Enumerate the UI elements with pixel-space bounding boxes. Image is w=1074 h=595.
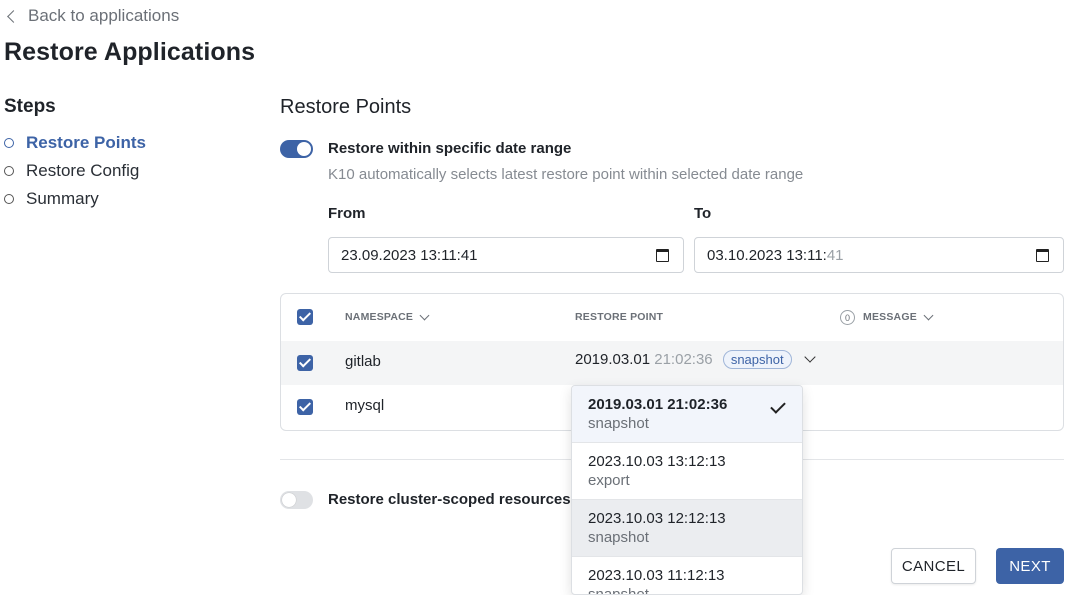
date-range-toggle-label: Restore within specific date range — [328, 140, 572, 157]
chevron-left-icon — [7, 9, 20, 23]
option-type: snapshot — [588, 529, 649, 546]
row-checkbox[interactable] — [297, 355, 313, 371]
restore-point-dropdown: 2019.03.01 21:02:36 snapshot 2023.10.03 … — [571, 385, 803, 595]
table-row[interactable]: gitlab 2019.03.01 21:02:36 snapshot — [281, 341, 1063, 385]
option-type: snapshot — [588, 586, 649, 595]
restore-point-date: 2019.03.01 — [575, 351, 651, 368]
restore-point-column-header: RESTORE POINT — [575, 311, 663, 323]
section-title: Restore Points — [280, 96, 412, 118]
calendar-icon[interactable] — [1036, 249, 1049, 262]
namespace-cell: gitlab — [345, 353, 381, 370]
dropdown-option[interactable]: 2019.03.01 21:02:36 snapshot — [572, 386, 802, 443]
chevron-down-icon — [419, 310, 430, 320]
dropdown-option[interactable]: 2023.10.03 11:12:13 snapshot — [572, 557, 802, 595]
option-type: export — [588, 472, 630, 489]
namespace-column-header[interactable]: NAMESPACE — [345, 310, 430, 323]
toggle-knob — [282, 493, 296, 507]
step-label: Summary — [26, 189, 99, 208]
from-date-value: 23.09.2023 13:11:41 — [341, 246, 478, 264]
date-range-toggle[interactable] — [280, 140, 313, 158]
cluster-scoped-toggle[interactable] — [280, 491, 313, 509]
dropdown-option[interactable]: 2023.10.03 13:12:13 export — [572, 443, 802, 500]
restore-point-tag: snapshot — [722, 350, 792, 369]
cancel-button[interactable]: CANCEL — [891, 548, 976, 584]
step-restore-config[interactable]: Restore Config — [4, 160, 139, 182]
message-header-label: MESSAGE — [863, 311, 917, 323]
chevron-down-icon — [923, 310, 934, 320]
namespace-header-label: NAMESPACE — [345, 311, 414, 323]
option-datetime: 2019.03.01 21:02:36 — [588, 396, 728, 413]
cluster-scoped-toggle-label: Restore cluster-scoped resources — [328, 491, 571, 508]
option-type: snapshot — [588, 415, 649, 432]
restore-point-select[interactable]: 2019.03.01 21:02:36 snapshot — [575, 350, 816, 369]
namespace-cell: mysql — [345, 397, 385, 414]
to-date-input[interactable]: 03.10.2023 13:11: 41 — [694, 237, 1064, 273]
step-restore-points[interactable]: Restore Points — [4, 132, 146, 154]
option-datetime: 2023.10.03 13:12:13 — [588, 453, 726, 470]
step-dot-icon — [4, 138, 14, 148]
page-title: Restore Applications — [4, 38, 256, 66]
step-summary[interactable]: Summary — [4, 188, 99, 210]
restore-point-header-label: RESTORE POINT — [575, 311, 664, 323]
date-range-hint: K10 automatically selects latest restore… — [328, 166, 804, 183]
next-button[interactable]: NEXT — [996, 548, 1064, 584]
to-date-value: 03.10.2023 13:11: — [707, 246, 827, 264]
to-label: To — [694, 205, 712, 222]
toggle-knob — [297, 142, 311, 156]
message-column-header[interactable]: MESSAGE — [863, 310, 934, 323]
row-checkbox[interactable] — [297, 399, 313, 415]
option-datetime: 2023.10.03 12:12:13 — [588, 510, 726, 527]
step-label: Restore Config — [26, 161, 140, 180]
restore-point-time: 21:02:36 — [654, 351, 713, 368]
back-to-applications-link[interactable]: Back to applications — [6, 6, 179, 26]
steps-title: Steps — [4, 96, 56, 117]
from-label: From — [328, 205, 366, 222]
calendar-icon[interactable] — [656, 249, 669, 262]
chevron-down-icon — [804, 351, 816, 363]
back-link-label: Back to applications — [28, 6, 180, 25]
from-date-input[interactable]: 23.09.2023 13:11:41 — [328, 237, 684, 273]
step-dot-icon — [4, 194, 14, 204]
step-dot-icon — [4, 166, 14, 176]
table-header: NAMESPACE RESTORE POINT 0 MESSAGE — [281, 294, 1063, 341]
select-all-checkbox[interactable] — [297, 309, 313, 325]
dropdown-option[interactable]: 2023.10.03 12:12:13 snapshot — [572, 500, 802, 557]
step-label: Restore Points — [26, 133, 146, 152]
option-datetime: 2023.10.03 11:12:13 — [588, 567, 725, 584]
to-date-value-light: 41 — [826, 246, 844, 264]
message-count-badge: 0 — [840, 310, 855, 325]
